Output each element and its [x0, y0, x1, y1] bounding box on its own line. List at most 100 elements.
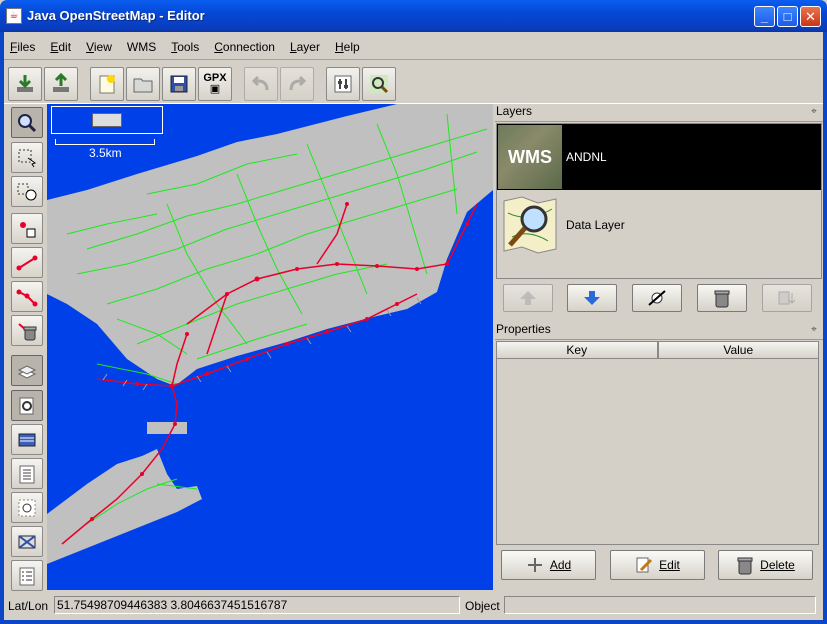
redo-icon [289, 75, 307, 91]
add-property-button[interactable]: Add [501, 550, 596, 580]
move-up-icon [520, 291, 536, 305]
status-bar: Lat/Lon 51.75498709446383 3.804663745151… [4, 595, 823, 617]
add-node-button[interactable] [11, 213, 43, 244]
layer-name: ANDNL [566, 150, 607, 164]
menu-layer[interactable]: Layer [290, 40, 320, 54]
plugin-button[interactable] [362, 67, 396, 101]
add-way-icon [16, 289, 38, 306]
save-icon [170, 75, 188, 93]
merge-icon [778, 291, 796, 305]
properties-panel-title: Properties [495, 322, 823, 340]
latlon-value: 51.75498709446383 3.8046637451516787 [54, 596, 460, 614]
delete-tool-button[interactable] [11, 315, 43, 346]
upload-icon [53, 73, 69, 92]
toggle-visibility-button[interactable] [632, 284, 682, 312]
minimap-viewport[interactable] [92, 113, 122, 127]
panel-5-toggle[interactable] [11, 492, 43, 523]
menu-connection[interactable]: Connection [214, 40, 275, 54]
panel-5-icon [18, 499, 36, 516]
java-app-icon[interactable]: ☕ [6, 8, 22, 24]
preferences-button[interactable] [326, 67, 360, 101]
redo-button[interactable] [280, 67, 314, 101]
new-file-button[interactable] [90, 67, 124, 101]
move-layer-up-button[interactable] [503, 284, 553, 312]
zoom-tool-button[interactable] [11, 107, 43, 138]
scale-label: 3.5km [89, 146, 122, 160]
download-icon [17, 75, 33, 92]
toggle-visibility-icon [648, 290, 666, 306]
map-canvas [47, 104, 493, 564]
download-button[interactable] [8, 67, 42, 101]
properties-table[interactable] [496, 359, 819, 545]
plugin-icon [370, 75, 389, 94]
menu-help[interactable]: Help [335, 40, 360, 54]
add-segment-button[interactable] [11, 247, 43, 278]
delete-layer-icon [714, 290, 730, 308]
island-lower [47, 449, 202, 564]
properties-toggle-icon [19, 397, 34, 414]
panel-3-toggle[interactable] [11, 424, 43, 455]
open-file-icon [133, 78, 153, 93]
select-tool-button[interactable] [11, 142, 43, 173]
panel-6-icon [18, 534, 36, 549]
column-header-key[interactable]: Key [496, 341, 658, 359]
minimap-frame[interactable] [51, 106, 163, 134]
object-label: Object [465, 599, 500, 613]
undo-icon [251, 75, 269, 91]
panel-6-toggle[interactable] [11, 526, 43, 557]
panel-4-icon [19, 465, 35, 483]
undo-button[interactable] [244, 67, 278, 101]
layer-toggle-icon [17, 364, 37, 379]
delete-layer-button[interactable] [697, 284, 747, 312]
properties-table-header: Key Value [496, 341, 819, 359]
minimize-button[interactable]: _ [754, 6, 775, 27]
move-tool-button[interactable] [11, 176, 43, 207]
open-file-button[interactable] [126, 67, 160, 101]
panel-3-icon [18, 433, 36, 446]
menu-files[interactable]: Files [10, 40, 35, 54]
layer-name: Data Layer [566, 218, 625, 232]
panel-7-icon [19, 567, 35, 585]
trash-icon [737, 557, 753, 575]
column-header-value[interactable]: Value [657, 341, 819, 359]
select-icon [18, 149, 37, 167]
add-segment-icon [16, 255, 38, 270]
wms-layer-icon: WMS [498, 125, 562, 189]
preferences-icon [334, 75, 352, 93]
edit-property-button[interactable]: Edit [610, 550, 705, 580]
add-node-icon [20, 221, 36, 237]
layer-button-bar [495, 284, 823, 320]
pier [147, 422, 187, 434]
layer-list-toggle[interactable] [11, 355, 43, 386]
close-icon[interactable]: ⌖ [808, 107, 820, 119]
merge-layer-button[interactable] [762, 284, 812, 312]
gpx-export-button[interactable]: GPX ▣ [198, 67, 232, 101]
properties-panel: Properties ⌖ Key Value Add Edit Delete [495, 322, 823, 592]
title-bar[interactable]: ☕ Java OpenStreetMap - Editor _ □ ✕ [0, 0, 827, 32]
delete-property-button[interactable]: Delete [718, 550, 813, 580]
properties-toggle[interactable] [11, 390, 43, 421]
layer-list: WMS ANDNL Data Layer [496, 123, 822, 279]
layer-row-data[interactable]: Data Layer [497, 192, 821, 258]
panel-4-toggle[interactable] [11, 458, 43, 489]
move-icon [17, 183, 37, 200]
add-way-button[interactable] [11, 281, 43, 312]
zoom-icon [18, 113, 37, 132]
layer-row-wms[interactable]: WMS ANDNL [497, 124, 821, 190]
map-view[interactable]: 3.5km [47, 104, 493, 590]
move-layer-down-button[interactable] [567, 284, 617, 312]
window-title: Java OpenStreetMap - Editor [27, 8, 205, 23]
latlon-label: Lat/Lon [8, 599, 49, 613]
gpx-export-icon: GPX ▣ [203, 72, 227, 95]
close-icon[interactable]: ⌖ [808, 325, 820, 337]
upload-button[interactable] [44, 67, 78, 101]
menu-edit[interactable]: Edit [50, 40, 71, 54]
menu-view[interactable]: View [86, 40, 112, 54]
menu-tools[interactable]: Tools [171, 40, 199, 54]
save-button[interactable] [162, 67, 196, 101]
maximize-button[interactable]: □ [777, 6, 798, 27]
close-button[interactable]: ✕ [800, 6, 821, 27]
scale-bar [55, 137, 155, 145]
menu-wms[interactable]: WMS [127, 40, 156, 54]
panel-7-toggle[interactable] [11, 560, 43, 591]
